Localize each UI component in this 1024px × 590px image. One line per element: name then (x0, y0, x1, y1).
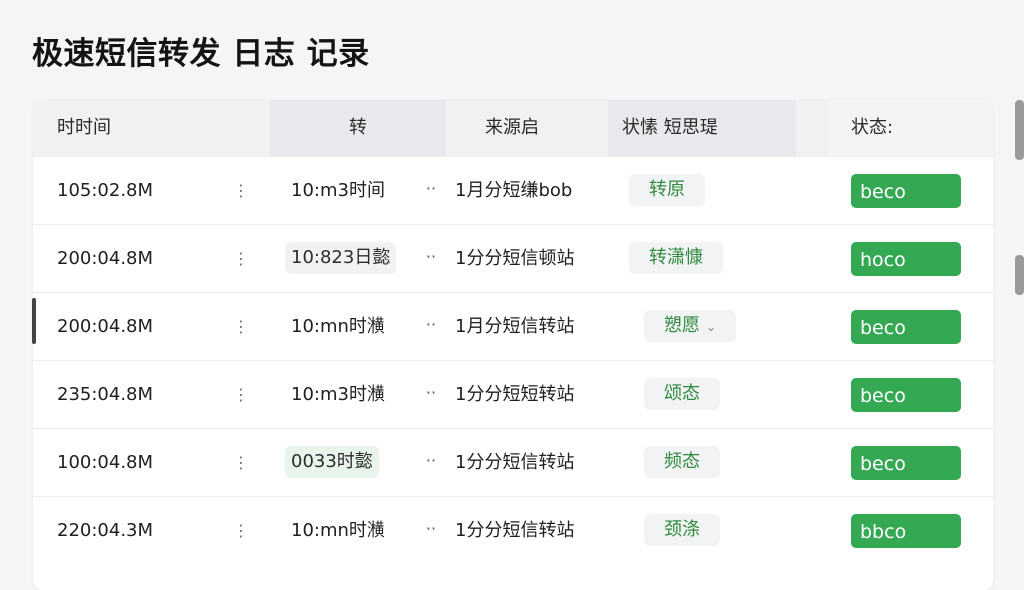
status-button[interactable]: beco (851, 378, 961, 412)
table-header: 时时间 转 来源启 状愫 短思瑅 状态: (33, 100, 993, 156)
horizontal-dots-icon[interactable]: ·· (423, 429, 439, 496)
page-title: 极速短信转发 日志 记录 (32, 36, 370, 72)
horizontal-dots-icon[interactable]: ·· (423, 225, 439, 292)
status-tag-label: 颂态 (664, 383, 700, 404)
cell-source: 1月分短信转站 (455, 316, 575, 337)
cell-source: 1月分短缣bob (455, 180, 573, 201)
vertical-dots-icon[interactable]: ⋮ (233, 429, 249, 496)
status-tag-label: 颈涤 (664, 519, 700, 540)
chevron-down-icon[interactable]: ⌄ (706, 320, 716, 334)
column-header-forward[interactable]: 转 (270, 100, 446, 156)
status-button[interactable]: beco (851, 446, 961, 480)
status-tag[interactable]: 愬愿 ⌄ (644, 310, 737, 342)
cell-time: 105:02.8M (57, 180, 154, 201)
column-header-source[interactable]: 来源启 (485, 100, 585, 156)
scrollbar-thumb-secondary[interactable] (1015, 255, 1024, 295)
vertical-dots-icon[interactable]: ⋮ (233, 361, 249, 428)
cell-time: 200:04.8M (57, 248, 154, 269)
table-row[interactable]: 235:04.8M ⋮ 10:m3时㶇 ·· 1分分短短转站 颂态 beco (33, 360, 993, 428)
status-tag-label: 愬愿 (664, 315, 700, 336)
status-button[interactable]: bbco (851, 514, 961, 548)
status-tag: 颈涤 (644, 514, 720, 546)
cell-time: 235:04.8M (57, 384, 154, 405)
status-button[interactable]: beco (851, 310, 961, 344)
status-button[interactable]: hoco (851, 242, 961, 276)
selected-row-indicator (32, 298, 36, 344)
scrollbar-thumb[interactable] (1015, 100, 1024, 160)
status-tag: 颂态 (644, 378, 720, 410)
horizontal-dots-icon[interactable]: ·· (423, 157, 439, 224)
cell-forward: 10:823日㦤 (285, 242, 397, 274)
cell-source: 1分分短信转站 (455, 520, 575, 541)
cell-forward: 10:mn时㶇 (291, 316, 385, 337)
table-row[interactable]: 200:04.8M ⋮ 10:823日㦤 ·· 1分分短信顿站 转潇慷 hoco (33, 224, 993, 292)
cell-forward: 10:m3时间 (291, 180, 385, 201)
column-header-status[interactable]: 状态: (827, 100, 993, 156)
table-row[interactable]: 200:04.8M ⋮ 10:mn时㶇 ·· 1月分短信转站 愬愿 ⌄ beco (33, 292, 993, 360)
status-tag: 转潇慷 (629, 242, 723, 274)
column-header-tag[interactable]: 状愫 短思瑅 (608, 100, 796, 156)
status-tag-label: 转原 (649, 179, 685, 200)
status-tag: 转原 (629, 174, 705, 206)
cell-source: 1分分短短转站 (455, 384, 575, 405)
cell-forward: 10:m3时㶇 (291, 384, 385, 405)
cell-forward: 10:mn时㶇 (291, 520, 385, 541)
status-button[interactable]: beco (851, 174, 961, 208)
vertical-dots-icon[interactable]: ⋮ (233, 225, 249, 292)
cell-forward: 0033时㦤 (285, 446, 379, 478)
table-row[interactable]: 105:02.8M ⋮ 10:m3时间 ·· 1月分短缣bob 转原 beco (33, 156, 993, 224)
cell-source: 1分分短信转站 (455, 452, 575, 473)
cell-time: 220:04.3M (57, 520, 154, 541)
table-row[interactable]: 100:04.8M ⋮ 0033时㦤 ·· 1分分短信转站 频态 beco (33, 428, 993, 496)
horizontal-dots-icon[interactable]: ·· (423, 361, 439, 428)
cell-time: 100:04.8M (57, 452, 154, 473)
status-tag-label: 频态 (664, 451, 700, 472)
horizontal-dots-icon[interactable]: ·· (423, 497, 439, 564)
vertical-dots-icon[interactable]: ⋮ (233, 293, 249, 360)
cell-time: 200:04.8M (57, 316, 154, 337)
log-table: 时时间 转 来源启 状愫 短思瑅 状态: 105:02.8M ⋮ 10:m3时间 ··… (33, 100, 993, 590)
table-row[interactable]: 220:04.3M ⋮ 10:mn时㶇 ·· 1分分短信转站 颈涤 bbco (33, 496, 993, 564)
status-tag-label: 转潇慷 (649, 247, 703, 268)
vertical-dots-icon[interactable]: ⋮ (233, 157, 249, 224)
cell-source: 1分分短信顿站 (455, 248, 575, 269)
horizontal-dots-icon[interactable]: ·· (423, 293, 439, 360)
vertical-dots-icon[interactable]: ⋮ (233, 497, 249, 564)
column-header-time[interactable]: 时时间 (33, 100, 240, 156)
status-tag: 频态 (644, 446, 720, 478)
